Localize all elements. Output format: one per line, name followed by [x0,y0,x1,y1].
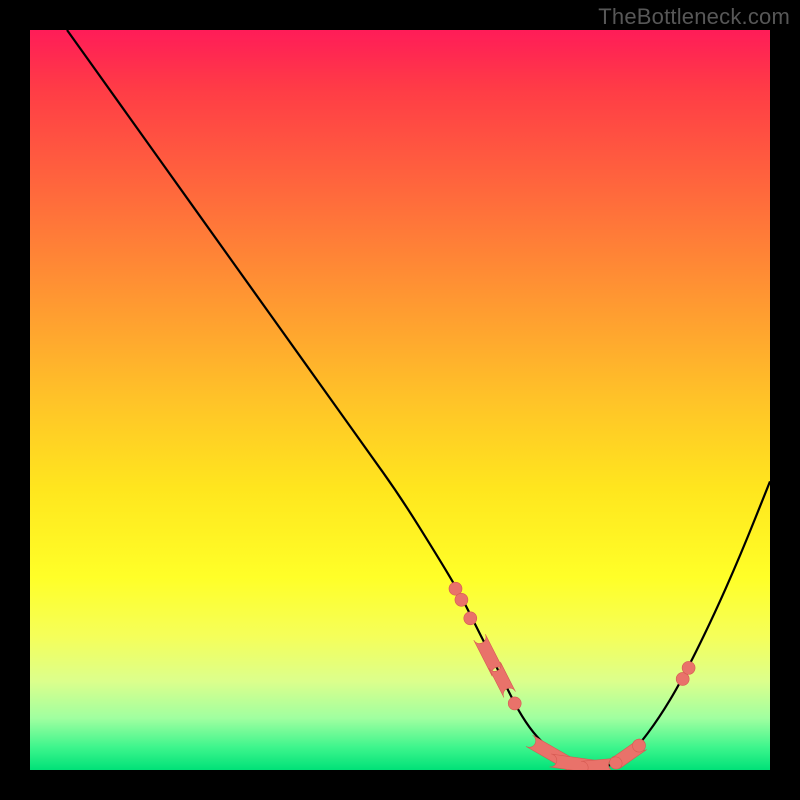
data-point [633,739,646,752]
data-point [682,661,695,674]
data-point [455,593,468,606]
plot-area [30,30,770,770]
data-point [464,612,477,625]
bottleneck-curve [67,30,770,767]
plot-svg [30,30,770,770]
watermark-text: TheBottleneck.com [598,4,790,30]
data-markers [449,582,695,770]
data-point [508,697,521,710]
chart-frame: TheBottleneck.com [0,0,800,800]
